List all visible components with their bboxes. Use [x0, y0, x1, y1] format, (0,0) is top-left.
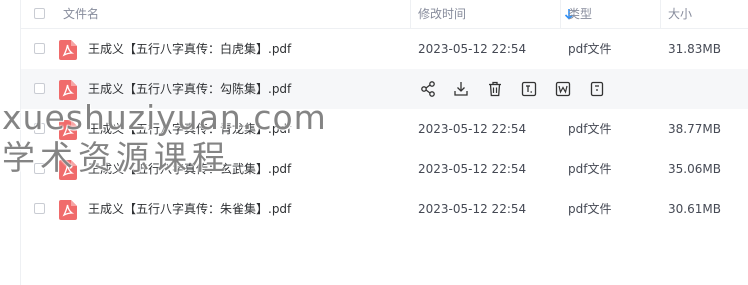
delete-icon[interactable]: [486, 80, 504, 98]
file-name[interactable]: 王成义【五行八字真传：白虎集】.pdf: [88, 29, 291, 69]
file-modified-time: 2023-05-12 22:54: [418, 202, 527, 216]
file-modified-time: 2023-05-12 22:54: [418, 42, 527, 56]
column-header-modified[interactable]: 修改时间: [418, 0, 466, 28]
pdf-file-icon: [59, 120, 77, 140]
column-header-size[interactable]: 大小: [668, 0, 692, 28]
file-row-hovered[interactable]: 王成义【五行八字真传：勾陈集】.pdf: [21, 69, 748, 109]
file-modified-time: 2023-05-12 22:54: [418, 162, 527, 176]
file-row[interactable]: 王成义【五行八字真传：玄武集】.pdf 2023-05-12 22:54 pdf…: [21, 149, 748, 189]
column-divider: [560, 0, 561, 28]
file-name[interactable]: 王成义【五行八字真传：玄武集】.pdf: [88, 149, 291, 189]
file-row[interactable]: 王成义【五行八字真传：青龙集】.pdf 2023-05-12 22:54 pdf…: [21, 109, 748, 149]
file-size: 38.77MB: [668, 122, 721, 136]
share-icon[interactable]: [419, 80, 437, 98]
file-size: 30.61MB: [668, 202, 721, 216]
file-list-header: 文件名 修改时间 类型 大小: [21, 0, 748, 29]
file-row[interactable]: 王成义【五行八字真传：朱雀集】.pdf 2023-05-12 22:54 pdf…: [21, 189, 748, 229]
row-checkbox[interactable]: [34, 123, 45, 134]
download-icon[interactable]: [452, 80, 470, 98]
column-divider: [410, 0, 411, 28]
row-checkbox[interactable]: [34, 43, 45, 54]
file-type: pdf文件: [568, 122, 612, 136]
row-checkbox[interactable]: [34, 203, 45, 214]
pdf-file-icon: [59, 160, 77, 180]
file-name[interactable]: 王成义【五行八字真传：朱雀集】.pdf: [88, 189, 291, 229]
file-modified-time: 2023-05-12 22:54: [418, 122, 527, 136]
column-header-type[interactable]: 类型: [568, 0, 592, 28]
file-type: pdf文件: [568, 42, 612, 56]
file-name[interactable]: 王成义【五行八字真传：勾陈集】.pdf: [88, 69, 291, 109]
file-name[interactable]: 王成义【五行八字真传：青龙集】.pdf: [88, 109, 291, 149]
file-type: pdf文件: [568, 162, 612, 176]
column-divider: [660, 0, 661, 28]
file-size: 31.83MB: [668, 42, 721, 56]
row-checkbox[interactable]: [34, 83, 45, 94]
more-tools-icon[interactable]: [588, 80, 606, 98]
file-row[interactable]: 王成义【五行八字真传：白虎集】.pdf 2023-05-12 22:54 pdf…: [21, 29, 748, 69]
pdf-file-icon: [59, 80, 77, 100]
pdf-file-icon: [59, 200, 77, 220]
word-convert-icon[interactable]: [554, 80, 572, 98]
row-checkbox[interactable]: [34, 163, 45, 174]
column-header-name[interactable]: 文件名: [63, 0, 99, 28]
text-extract-icon[interactable]: [520, 80, 538, 98]
pdf-file-icon: [59, 40, 77, 60]
select-all-checkbox[interactable]: [34, 8, 45, 19]
file-type: pdf文件: [568, 202, 612, 216]
file-size: 35.06MB: [668, 162, 721, 176]
